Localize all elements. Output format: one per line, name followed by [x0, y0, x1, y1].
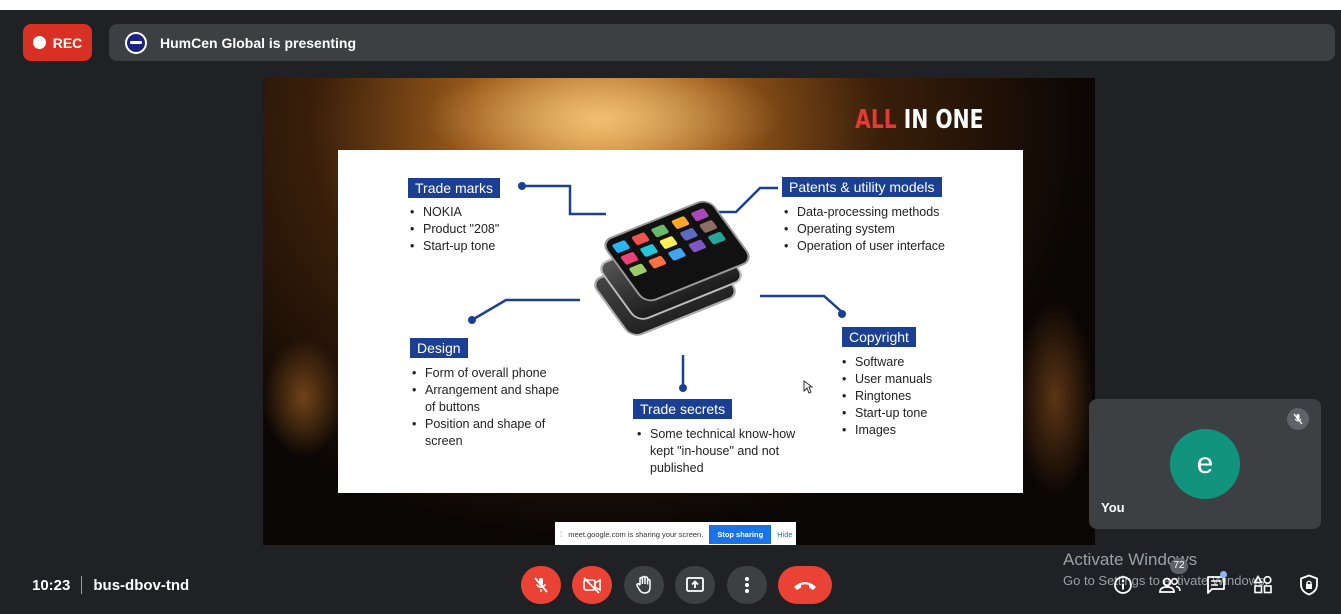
list-item: Some technical know-how kept "in-house" … [635, 426, 810, 477]
raise-hand-icon [636, 575, 651, 594]
trade-marks-label: Trade marks [408, 178, 501, 198]
slide-title-rest: IN ONE [896, 105, 983, 135]
recording-indicator[interactable]: REC [23, 24, 92, 61]
screen-share-notice: ⁞ meet.google.com is sharing your screen… [555, 522, 796, 545]
trade-marks-list: NOKIA Product "208" Start-up tone [408, 204, 558, 255]
present-screen-icon [686, 577, 704, 592]
avatar: e [1170, 429, 1240, 499]
list-item: Start-up tone [408, 238, 558, 255]
list-item: Operation of user interface [782, 238, 992, 255]
raise-hand-button[interactable] [624, 566, 664, 604]
record-dot-icon [32, 36, 46, 49]
presentation-stage: ALL IN ONE Trade marks • NOKIA • Product… [263, 78, 1095, 545]
presenter-avatar [125, 31, 147, 54]
drag-handle-icon[interactable]: ⁞ [560, 530, 562, 539]
slide-title-accent: ALL [854, 105, 897, 135]
list-item: Start-up tone [840, 405, 980, 422]
copyright-list: Software User manuals Ringtones Start-up… [840, 354, 980, 439]
list-item: NOKIA [408, 204, 558, 221]
camera-off-icon [583, 577, 601, 594]
recording-label: REC [52, 34, 83, 51]
participant-name: You [1101, 500, 1125, 515]
slide-content: Trade marks NOKIA Product "208" Start-up… [338, 150, 1023, 493]
patents-list: Data-processing methods Operating system… [782, 204, 992, 255]
participant-count-badge: 72 [1170, 558, 1188, 574]
list-item: Software [840, 354, 980, 371]
mic-off-icon [534, 577, 548, 593]
self-view-tile[interactable]: e You [1089, 399, 1321, 529]
list-item: Images [840, 422, 980, 439]
chat-notification-dot [1220, 571, 1227, 578]
host-controls-button[interactable] [1296, 573, 1322, 597]
call-end-icon [794, 582, 816, 590]
meeting-details-button[interactable] [1110, 573, 1136, 597]
presenting-banner: HumCen Global is presenting [109, 24, 1335, 61]
patents-label: Patents & utility models [782, 177, 942, 197]
list-item: Form of overall phone [410, 365, 570, 382]
list-item: Arrangement and shape of buttons [410, 382, 570, 416]
list-item: User manuals [840, 371, 980, 388]
list-item: Product "208" [408, 221, 558, 238]
copyright-label: Copyright [842, 327, 916, 347]
presenting-text: HumCen Global is presenting [160, 34, 357, 51]
design-label: Design [410, 338, 468, 358]
present-now-button[interactable] [675, 566, 715, 604]
camera-toggle-button[interactable] [572, 566, 612, 604]
mouse-cursor-icon [803, 380, 813, 394]
list-item: Ringtones [840, 388, 980, 405]
trade-secrets-label: Trade secrets [633, 399, 733, 419]
hide-button[interactable]: Hide [777, 530, 792, 539]
more-vert-icon [745, 577, 749, 593]
smartphone-image [589, 197, 755, 340]
people-icon [1159, 577, 1181, 593]
meeting-details: 10:23 bus-dbov-tnd [32, 576, 189, 594]
info-icon [1114, 576, 1132, 594]
meeting-code: bus-dbov-tnd [93, 576, 190, 594]
slide-title: ALL IN ONE [855, 105, 983, 135]
clock: 10:23 [32, 576, 71, 594]
leave-call-button[interactable] [778, 566, 832, 604]
chat-icon [1207, 576, 1225, 594]
browser-top-strip [0, 0, 1341, 10]
share-message: meet.google.com is sharing your screen. [568, 529, 704, 539]
host-controls-icon [1300, 574, 1318, 596]
people-button[interactable] [1157, 573, 1183, 597]
list-item: Position and shape of screen [410, 416, 570, 450]
divider [81, 576, 83, 594]
mic-off-icon [1287, 408, 1309, 430]
design-list: Form of overall phone Arrangement and sh… [410, 365, 570, 450]
activities-button[interactable] [1250, 573, 1276, 597]
microphone-toggle-button[interactable] [521, 566, 561, 604]
trade-secrets-list: Some technical know-how kept "in-house" … [635, 426, 810, 477]
activities-icon [1253, 575, 1272, 594]
list-item: Data-processing methods [782, 204, 992, 221]
more-options-button[interactable] [727, 566, 767, 604]
list-item: Operating system [782, 221, 992, 238]
stop-sharing-button[interactable]: Stop sharing [709, 524, 772, 544]
